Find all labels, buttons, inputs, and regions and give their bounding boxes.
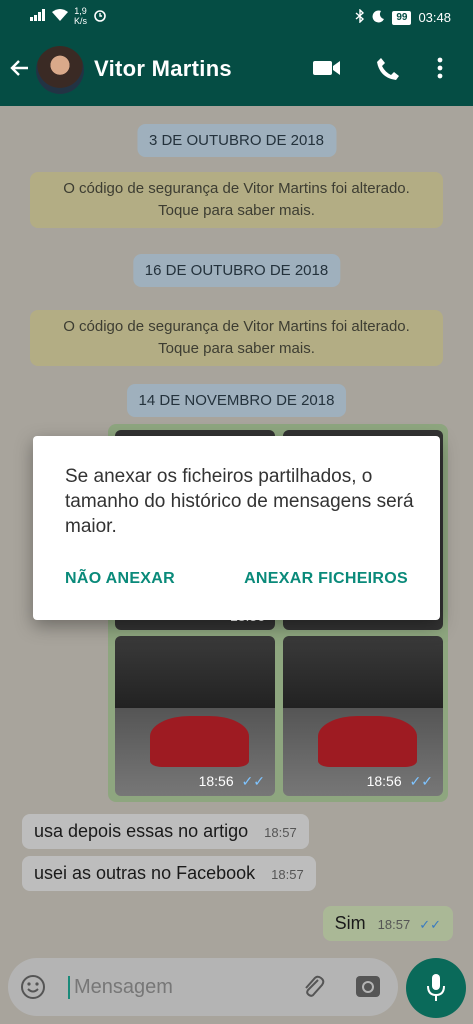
dont-attach-button[interactable]: NÃO ANEXAR: [65, 570, 175, 588]
moon-icon: [372, 9, 385, 26]
attach-files-button[interactable]: ANEXAR FICHEIROS: [244, 570, 408, 588]
status-right: 99 03:48: [355, 8, 451, 26]
attach-files-dialog: Se anexar os ficheiros partilhados, o ta…: [33, 436, 440, 620]
contact-name[interactable]: Vitor Martins: [94, 56, 232, 82]
battery-indicator: 99: [392, 10, 412, 25]
clock: 03:48: [418, 10, 451, 25]
chat-header: Vitor Martins: [0, 34, 473, 106]
voice-call-icon[interactable]: [375, 56, 405, 84]
status-left: 1,9 K/s: [30, 6, 107, 26]
network-speed-value: 1,9: [74, 6, 87, 16]
alarm-icon: [93, 8, 107, 25]
network-speed: 1,9 K/s: [74, 6, 87, 26]
bluetooth-icon: [355, 8, 365, 26]
more-options-icon[interactable]: [436, 56, 450, 84]
wifi-icon: [52, 8, 68, 24]
video-call-icon[interactable]: [312, 56, 342, 84]
contact-avatar[interactable]: [36, 46, 84, 94]
back-arrow-icon[interactable]: [8, 56, 32, 84]
dialog-message: Se anexar os ficheiros partilhados, o ta…: [65, 466, 414, 537]
network-speed-unit: K/s: [74, 16, 88, 26]
status-bar: 1,9 K/s 99 03:48: [0, 0, 473, 34]
signal-icon: [30, 8, 46, 24]
